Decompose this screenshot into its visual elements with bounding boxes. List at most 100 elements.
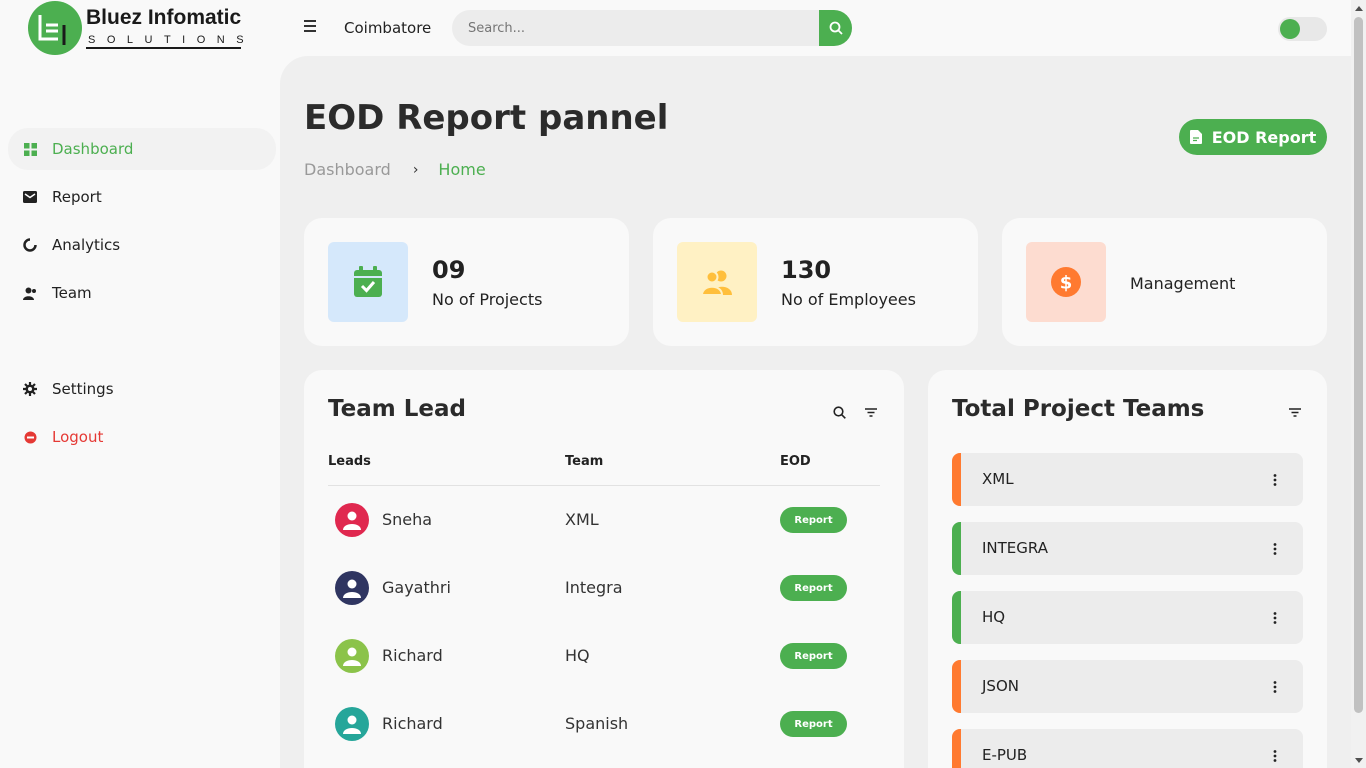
page-scrollbar[interactable] <box>1351 0 1366 768</box>
sidebar-item-label: Dashboard <box>52 140 134 158</box>
brand-underline <box>86 47 241 49</box>
lead-name: Richard <box>382 714 443 733</box>
filter-icon[interactable] <box>1287 404 1303 420</box>
breadcrumb-dashboard[interactable]: Dashboard <box>304 160 391 179</box>
team-color-bar <box>952 660 961 713</box>
brand-name: Bluez Infomatic <box>86 6 242 29</box>
team-color-bar <box>952 729 961 768</box>
stat-card-employees[interactable]: 130 No of Employees <box>653 218 978 346</box>
sidebar-item-logout[interactable]: Logout <box>8 416 276 458</box>
dollar-icon: $ <box>1026 242 1106 322</box>
project-team-item[interactable]: JSON <box>952 660 1303 713</box>
avatar <box>335 503 369 537</box>
avatar <box>335 639 369 673</box>
mail-icon <box>22 189 38 205</box>
theme-toggle[interactable] <box>1278 17 1327 41</box>
table-row: Gayathri Integra Report <box>328 568 880 608</box>
team-name: Integra <box>565 578 623 597</box>
sidebar: Dashboard Report Analytics Team Settings… <box>0 56 280 768</box>
panel-title: Team Lead <box>328 396 466 422</box>
project-team-item[interactable]: XML <box>952 453 1303 506</box>
sidebar-item-label: Report <box>52 188 102 206</box>
team-label: XML <box>982 470 1014 488</box>
page-title: EOD Report pannel <box>304 98 669 138</box>
team-icon <box>22 285 38 301</box>
stat-label: No of Projects <box>432 290 543 309</box>
logout-icon <box>22 429 38 445</box>
project-team-item[interactable]: E-PUB <box>952 729 1303 768</box>
gear-icon <box>22 381 38 397</box>
team-color-bar <box>952 591 961 644</box>
eod-report-button[interactable]: EOD Report <box>1179 119 1327 155</box>
logo-mark <box>28 1 82 55</box>
sidebar-item-analytics[interactable]: Analytics <box>8 224 276 266</box>
more-vertical-icon[interactable] <box>1269 609 1281 627</box>
sidebar-item-label: Settings <box>52 380 114 398</box>
project-team-item[interactable]: HQ <box>952 591 1303 644</box>
team-label: HQ <box>982 608 1006 626</box>
team-label: JSON <box>982 677 1019 695</box>
filter-icon[interactable] <box>863 404 879 420</box>
main-content: EOD Report pannel Dashboard › Home EOD R… <box>280 56 1351 768</box>
scroll-up-arrow-icon[interactable] <box>1354 3 1363 13</box>
table-row: Richard HQ Report <box>328 636 880 676</box>
column-header-team[interactable]: Team <box>565 454 603 469</box>
more-vertical-icon[interactable] <box>1269 540 1281 558</box>
stat-card-management[interactable]: $ Management <box>1002 218 1327 346</box>
project-team-item[interactable]: INTEGRA <box>952 522 1303 575</box>
lead-name: Gayathri <box>382 578 451 597</box>
more-vertical-icon[interactable] <box>1269 747 1281 765</box>
sidebar-item-team[interactable]: Team <box>8 272 276 314</box>
team-label: E-PUB <box>982 746 1028 764</box>
sidebar-item-dashboard[interactable]: Dashboard <box>8 128 276 170</box>
team-color-bar <box>952 453 961 506</box>
more-vertical-icon[interactable] <box>1269 678 1281 696</box>
users-icon <box>677 242 757 322</box>
brand-logo[interactable]: Bluez Infomatic SOLUTIONS <box>28 1 258 55</box>
team-name: Spanish <box>565 714 629 733</box>
sidebar-item-label: Logout <box>52 428 104 446</box>
team-lead-panel: Team Lead Leads Team EOD Sneha XML Repor… <box>304 370 904 768</box>
breadcrumb-home[interactable]: Home <box>438 160 485 179</box>
lead-name: Richard <box>382 646 443 665</box>
top-bar: Bluez Infomatic SOLUTIONS Coimbatore <box>0 0 1351 56</box>
header-divider <box>328 485 880 486</box>
search-bar <box>452 10 852 46</box>
sidebar-item-label: Analytics <box>52 236 121 254</box>
more-vertical-icon[interactable] <box>1269 471 1281 489</box>
column-header-eod[interactable]: EOD <box>780 454 811 469</box>
stat-label: Management <box>1130 274 1236 293</box>
eod-report-label: EOD Report <box>1211 127 1317 147</box>
lead-name: Sneha <box>382 510 433 529</box>
stat-value: 09 <box>432 256 466 284</box>
sidebar-item-report[interactable]: Report <box>8 176 276 218</box>
team-label: INTEGRA <box>982 539 1048 557</box>
location-label: Coimbatore <box>344 19 432 37</box>
scrollbar-thumb[interactable] <box>1354 17 1363 713</box>
sidebar-item-settings[interactable]: Settings <box>8 368 276 410</box>
report-button[interactable]: Report <box>780 507 847 533</box>
avatar <box>335 707 369 741</box>
hamburger-menu-icon[interactable] <box>304 20 320 36</box>
report-button[interactable]: Report <box>780 575 847 601</box>
column-header-leads[interactable]: Leads <box>328 454 371 469</box>
stat-card-projects[interactable]: 09 No of Projects <box>304 218 629 346</box>
search-button[interactable] <box>819 10 852 46</box>
scroll-down-arrow-icon[interactable] <box>1354 755 1363 765</box>
project-teams-panel: Total Project Teams XML INTEGRA HQ JSON … <box>928 370 1327 768</box>
stat-value: 130 <box>781 256 832 284</box>
table-row: Richard Spanish Report <box>328 704 880 744</box>
report-button[interactable]: Report <box>780 643 847 669</box>
breadcrumb: Dashboard › Home <box>304 160 486 179</box>
search-icon[interactable] <box>831 404 847 420</box>
document-icon <box>1189 130 1202 144</box>
search-input[interactable] <box>452 10 819 46</box>
calendar-check-icon <box>328 242 408 322</box>
dashboard-icon <box>22 141 38 157</box>
stat-label: No of Employees <box>781 290 916 309</box>
toggle-knob <box>1280 19 1300 39</box>
team-color-bar <box>952 522 961 575</box>
report-button[interactable]: Report <box>780 711 847 737</box>
panel-title: Total Project Teams <box>952 396 1205 422</box>
search-icon <box>829 21 843 35</box>
